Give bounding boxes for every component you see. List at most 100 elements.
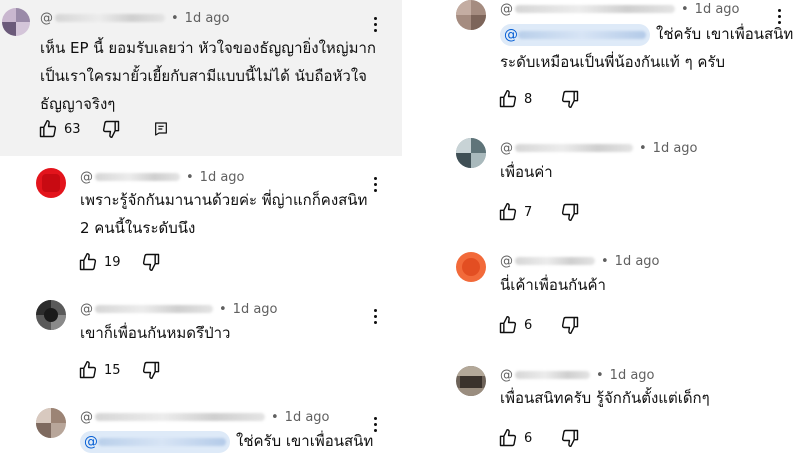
separator-dot: • — [681, 1, 689, 17]
mention-at: @ — [504, 26, 518, 43]
comment-text: @ ใช่ครับ เขาเพื่อนสนิท ระดับเหมือนเป็นพี… — [500, 20, 793, 76]
author-handle[interactable] — [515, 257, 595, 265]
author-handle[interactable] — [515, 5, 675, 13]
thumb-up-icon[interactable] — [498, 202, 518, 222]
more-vert-icon[interactable] — [368, 14, 382, 34]
comment-header: @ • 1d ago — [500, 252, 660, 270]
avatar[interactable] — [36, 168, 66, 198]
mention-chip[interactable]: @ — [500, 23, 650, 46]
thumb-up-icon[interactable] — [498, 428, 518, 448]
like-count: 15 — [104, 362, 121, 378]
comment-line: เพื่อนค่า — [500, 163, 553, 181]
timestamp[interactable]: 1d ago — [185, 11, 230, 26]
comment-header: @ • 1d ago — [500, 0, 740, 18]
author-handle[interactable] — [515, 371, 590, 379]
like-count: 6 — [524, 430, 533, 446]
comment-text: เขาก็เพื่อนกันหมดรึป่าว — [80, 319, 230, 347]
comment-header: @ • 1d ago — [80, 300, 278, 318]
more-vert-icon[interactable] — [368, 306, 382, 326]
author-handle[interactable] — [515, 144, 633, 152]
separator-dot: • — [271, 409, 279, 425]
timestamp[interactable]: 1d ago — [200, 170, 245, 185]
avatar[interactable] — [456, 0, 486, 30]
avatar[interactable] — [36, 300, 66, 330]
handle-at: @ — [500, 140, 513, 156]
separator-dot: • — [171, 10, 179, 26]
thumb-up-icon[interactable] — [498, 89, 518, 109]
handle-at: @ — [40, 10, 53, 26]
comment-actions: 15 — [78, 359, 161, 381]
timestamp[interactable]: 1d ago — [653, 141, 698, 156]
comment-text: นี่เค้าเพื่อนกันค้า — [500, 271, 606, 299]
mention-at: @ — [84, 433, 98, 450]
thumb-down-icon[interactable] — [101, 119, 121, 139]
separator-dot: • — [219, 301, 227, 317]
avatar[interactable] — [36, 408, 66, 438]
thumb-up-icon[interactable] — [78, 252, 98, 272]
separator-dot: • — [601, 253, 609, 269]
thumb-down-icon[interactable] — [560, 315, 580, 335]
timestamp[interactable]: 1d ago — [233, 302, 278, 317]
mention-chip[interactable]: @ — [80, 430, 230, 453]
comment-actions: 8 — [498, 88, 580, 110]
more-vert-icon[interactable] — [368, 174, 382, 194]
thumb-up-icon[interactable] — [38, 119, 58, 139]
timestamp[interactable]: 1d ago — [285, 410, 330, 425]
comment-line: เขาก็เพื่อนกันหมดรึป่าว — [80, 324, 231, 342]
comment-text: เพื่อนสนิทครับ รู้จักกันตั้งแต่เด็กๆ — [500, 384, 710, 412]
separator-dot: • — [186, 169, 194, 185]
thumb-down-icon[interactable] — [141, 252, 161, 272]
comment-line: นี่เค้าเพื่อนกันค้า — [500, 276, 606, 294]
author-handle[interactable] — [95, 173, 180, 181]
author-handle[interactable] — [95, 305, 213, 313]
comment-line: ใช่ครับ เขาเพื่อนสนิท — [656, 25, 794, 43]
comment-line: ใช่ครับ เขาเพื่อนสนิท — [236, 432, 374, 450]
comment-header: @ • 1d ago — [500, 139, 698, 157]
comment-actions: 63 — [38, 118, 169, 140]
like-count: 6 — [524, 317, 533, 333]
thumb-up-icon[interactable] — [498, 315, 518, 335]
thumb-down-icon[interactable] — [560, 428, 580, 448]
separator-dot: • — [596, 367, 604, 383]
avatar[interactable] — [456, 138, 486, 168]
thumb-down-icon[interactable] — [560, 89, 580, 109]
like-count: 19 — [104, 254, 121, 270]
like-count: 8 — [524, 91, 533, 107]
handle-at: @ — [500, 1, 513, 17]
comment-line: เห็น EP นี้ ยอมรับเลยว่า หัวใจของธัญญายิ… — [40, 39, 376, 57]
column-divider — [402, 0, 408, 450]
thumb-up-icon[interactable] — [78, 360, 98, 380]
comment-line: เป็นเราใครมายั้วเยี้ยกับสามีแบบนี้ไม่ได้… — [40, 67, 367, 85]
comment-actions: 7 — [498, 201, 580, 223]
like-count: 7 — [524, 204, 533, 220]
comment-text: เพราะรู้จักกันมานานด้วยค่ะ พี่ญ่าแกก็คงส… — [80, 186, 367, 242]
comment-line: 2 คนนี้ในระดับนึง — [80, 219, 196, 237]
comment-header: @ • 1d ago — [80, 168, 245, 186]
timestamp[interactable]: 1d ago — [610, 368, 655, 383]
avatar[interactable] — [456, 366, 486, 396]
comment-actions: 19 — [78, 251, 161, 273]
comment-actions: 6 — [498, 314, 580, 336]
separator-dot: • — [639, 140, 647, 156]
comment-header: @ • 1d ago — [80, 408, 330, 426]
reply-icon[interactable] — [153, 121, 169, 137]
timestamp[interactable]: 1d ago — [695, 2, 740, 17]
mention-handle — [98, 437, 226, 446]
comment-header: @ • 1d ago — [40, 9, 230, 27]
handle-at: @ — [80, 409, 93, 425]
timestamp[interactable]: 1d ago — [615, 254, 660, 269]
handle-at: @ — [80, 169, 93, 185]
comment-line: ระดับเหมือนเป็นพี่น้องกันแท้ ๆ ครับ — [500, 53, 726, 71]
comment-header: @ • 1d ago — [500, 366, 655, 384]
thumb-down-icon[interactable] — [560, 202, 580, 222]
thumb-down-icon[interactable] — [141, 360, 161, 380]
handle-at: @ — [80, 301, 93, 317]
comment-text: @ ใช่ครับ เขาเพื่อนสนิท — [80, 427, 373, 455]
comment-line: ธัญญาจริงๆ — [40, 95, 116, 113]
author-handle[interactable] — [55, 14, 165, 22]
handle-at: @ — [500, 367, 513, 383]
avatar[interactable] — [2, 8, 30, 36]
avatar[interactable] — [456, 252, 486, 282]
comment-text: เพื่อนค่า — [500, 158, 553, 186]
author-handle[interactable] — [95, 413, 265, 421]
